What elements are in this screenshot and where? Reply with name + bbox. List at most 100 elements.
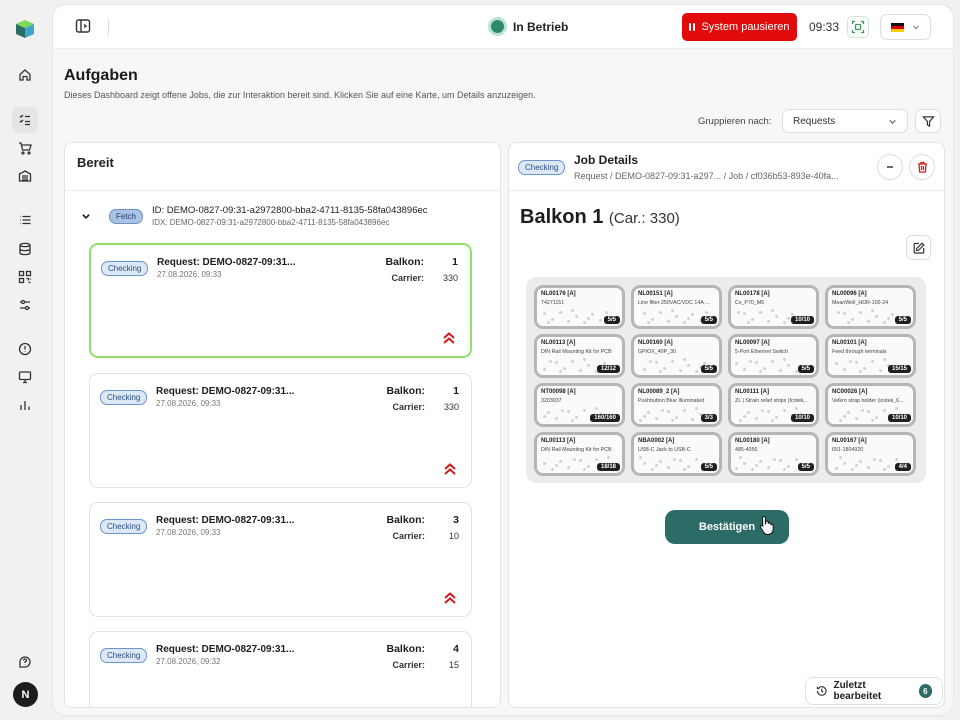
part-dot <box>579 459 582 462</box>
sidebar-home-icon[interactable] <box>12 62 38 88</box>
balkon-value: 1 <box>452 256 458 268</box>
slot-parts-preview <box>638 407 708 423</box>
carrier-slot[interactable]: NL00160 [A] GPIOX_40P_30 5/5 <box>631 334 722 378</box>
part-dot <box>551 318 554 321</box>
group-idx: IDX: DEMO-0827-09:31-a2972800-bba2-4711-… <box>152 218 390 227</box>
part-dot <box>761 409 764 412</box>
sidebar-database-icon[interactable] <box>12 236 38 262</box>
part-dot <box>543 462 546 465</box>
part-dot <box>883 468 886 471</box>
sidebar-cart-icon[interactable] <box>12 135 38 161</box>
part-dot <box>751 468 754 471</box>
job-title: Request: DEMO-0827-09:31... <box>156 515 295 526</box>
job-carrier: Carrier: 10 <box>392 531 459 541</box>
carrier-slot[interactable]: NL00176 [A] 74271151 5/5 <box>534 285 625 329</box>
chevron-down-icon <box>913 25 919 30</box>
part-dot <box>755 361 758 364</box>
carrier-slot[interactable]: NL00178 [A] Cs_P70_M6 10/10 <box>728 285 819 329</box>
slot-count-badge: 15/15 <box>887 365 911 373</box>
request-group-header[interactable]: Fetch ID: DEMO-0827-09:31-a2972800-bba2-… <box>65 201 500 241</box>
collapse-button[interactable] <box>877 154 903 180</box>
scanner-button[interactable] <box>847 16 869 38</box>
carrier-slot[interactable]: NC00026 [A] Velkro strap holder (icotek_6… <box>825 383 916 427</box>
part-dot <box>573 458 576 461</box>
group-by-select[interactable]: Requests <box>782 109 908 133</box>
sidebar-alert-icon[interactable] <box>12 336 38 362</box>
part-dot <box>549 360 552 363</box>
sidebar-warehouse-icon[interactable] <box>12 163 38 189</box>
job-title: Request: DEMO-0827-09:31... <box>156 386 295 397</box>
part-dot <box>559 370 562 373</box>
recently-edited-button[interactable]: Zuletzt bearbeitet 6 <box>805 677 943 705</box>
carrier-slot[interactable]: NL00113 [A] DIN Rail Mounting Kit for PCB… <box>534 432 625 476</box>
part-dot <box>849 360 852 363</box>
carrier-slot[interactable]: NL00151 [A] Line filter 250VAC/VDC 14A ..… <box>631 285 722 329</box>
ready-panel: Bereit Fetch ID: DEMO-0827-09:31-a297280… <box>64 142 501 708</box>
carrier-slot[interactable]: NL00167 [A] 651-1804920 4/4 <box>825 432 916 476</box>
filter-button[interactable] <box>915 109 941 133</box>
job-card[interactable]: Checking Request: DEMO-0827-09:31... 27.… <box>89 243 472 358</box>
part-dot <box>655 361 658 364</box>
sidebar-chart-icon[interactable] <box>12 392 38 418</box>
part-dot <box>763 367 766 370</box>
carrier-grid: NL00176 [A] 74271151 5/5 NL00151 [A] Line fi… <box>526 277 926 483</box>
carrier-slot[interactable]: NBA0002 [A] USB-C Jack to USB-C 5/5 <box>631 432 722 476</box>
part-dot <box>875 416 878 419</box>
part-dot <box>555 361 558 364</box>
part-dot <box>587 364 590 367</box>
part-dot <box>695 458 698 461</box>
part-dot <box>767 410 770 413</box>
job-card[interactable]: Checking Request: DEMO-0827-09:31... 27.… <box>89 502 472 617</box>
carrier-slot[interactable]: NL00097 [A] 5-Port Ethernet Switch 5/5 <box>728 334 819 378</box>
part-dot <box>879 459 882 462</box>
part-dot <box>647 411 650 414</box>
pause-system-button[interactable]: System pausieren <box>682 13 797 41</box>
breadcrumb[interactable]: Request / DEMO-0827-09:31-a297... / Job … <box>574 171 872 181</box>
sidebar-tasks-icon[interactable] <box>12 107 38 133</box>
part-dot <box>747 411 750 414</box>
user-avatar[interactable]: N <box>13 682 38 707</box>
language-select[interactable] <box>880 14 931 40</box>
job-date: 27.08.2026, 09:32 <box>156 657 221 666</box>
job-card[interactable]: Checking Request: DEMO-0827-09:31... 27.… <box>89 373 472 488</box>
part-dot <box>567 320 570 323</box>
sidebar-qr-icon[interactable] <box>12 264 38 290</box>
carrier-slot[interactable]: NL00113 [A] DIN Rail Mounting Kit for PCB… <box>534 334 625 378</box>
part-dot <box>691 418 694 421</box>
slot-part-name: 651-1804920 <box>832 447 864 453</box>
carrier-slot[interactable]: NL00089_2 [A] Pushbutton Blue Illuminated… <box>631 383 722 427</box>
part-dot <box>543 415 546 418</box>
slot-parts-preview <box>638 358 708 374</box>
job-balkon: Balkon: 1 <box>386 385 459 397</box>
delete-button[interactable] <box>909 154 935 180</box>
part-dot <box>867 466 870 469</box>
part-dot <box>691 313 694 316</box>
carrier-slot[interactable]: NT00098 [A] 3203037 160/160 <box>534 383 625 427</box>
carrier-info: (Car.: 330) <box>608 210 680 227</box>
part-dot <box>783 468 786 471</box>
sidebar-toggle-icon[interactable] <box>75 18 93 36</box>
part-dot <box>571 309 574 312</box>
part-dot <box>683 321 686 324</box>
edit-button[interactable] <box>906 235 931 260</box>
slot-count-badge: 5/5 <box>700 316 717 324</box>
carrier-slot[interactable]: NL00096 [A] MeanWell_HDR-100-24 5/5 <box>825 285 916 329</box>
carrier-value: 330 <box>442 273 458 283</box>
sidebar-list-icon[interactable] <box>12 207 38 233</box>
fetch-badge: Fetch <box>109 209 144 224</box>
sidebar-help-icon[interactable] <box>12 649 38 675</box>
part-dot <box>643 462 646 465</box>
sidebar-settings-icon[interactable] <box>12 292 38 318</box>
carrier-slot[interactable]: NL00111 [A] ZL | Strain relief strips (Ic… <box>728 383 819 427</box>
carrier-slot[interactable]: NL00180 [A] 485-4056 5/5 <box>728 432 819 476</box>
part-dot <box>651 468 654 471</box>
part-dot <box>859 311 862 314</box>
job-balkon: Balkon: 1 <box>385 256 458 268</box>
job-card[interactable]: Checking Request: DEMO-0827-09:31... 27.… <box>89 631 472 707</box>
part-dot <box>861 409 864 412</box>
slot-code: NL00089_2 [A] <box>638 389 680 395</box>
sidebar-monitor-icon[interactable] <box>12 364 38 390</box>
part-dot <box>583 409 586 412</box>
carrier-slot[interactable]: NL00101 [A] Feed through terminals 15/15 <box>825 334 916 378</box>
minus-icon <box>887 166 893 168</box>
